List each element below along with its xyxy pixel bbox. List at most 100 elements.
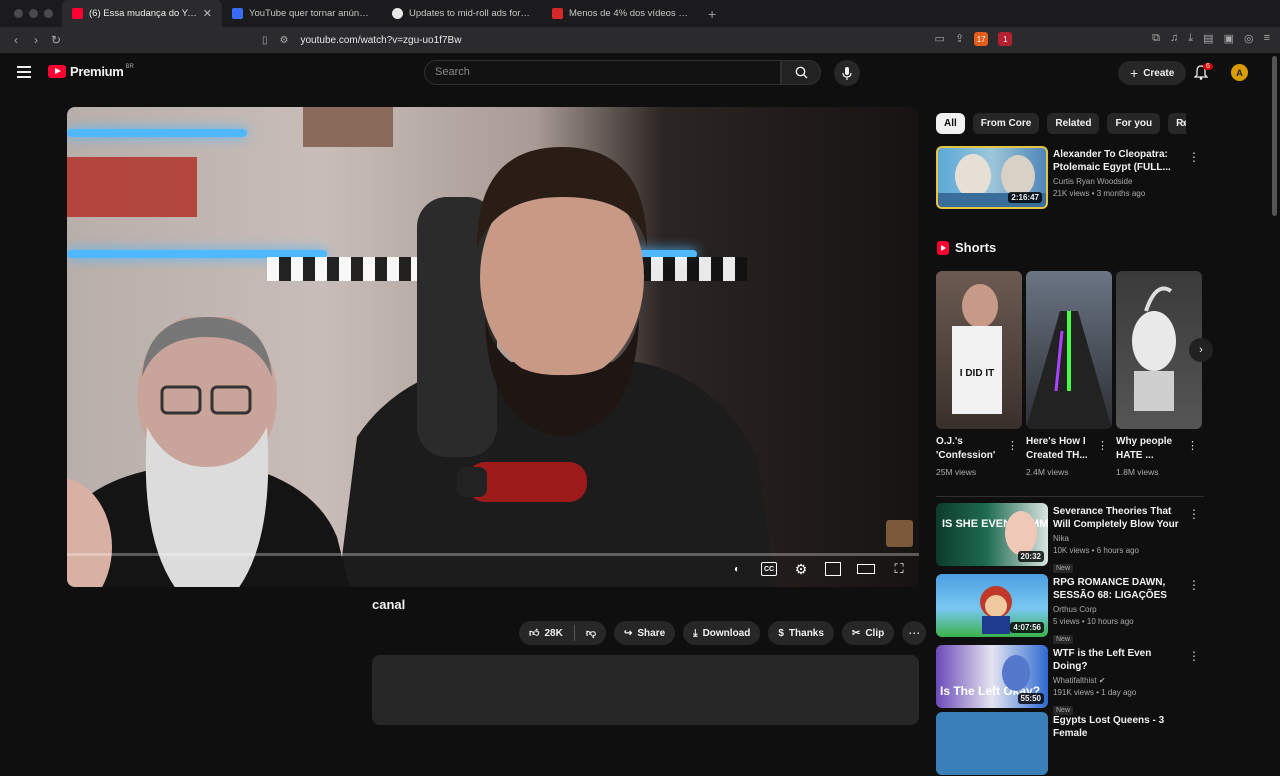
rec-channel[interactable]: Curtis Ryan Woodside xyxy=(1053,176,1188,188)
theater-mode-icon[interactable] xyxy=(857,564,875,574)
search-icon xyxy=(795,66,807,79)
forward-icon[interactable]: › xyxy=(26,33,46,47)
list-item[interactable]: Is The Left Okay? 55:50 WTF is the Left … xyxy=(936,645,1204,715)
account-avatar[interactable]: A xyxy=(1229,62,1250,83)
chevron-right-icon[interactable]: › xyxy=(1182,116,1186,130)
captions-icon[interactable]: CC xyxy=(761,562,777,576)
rec-title[interactable]: Egypts Lost Queens - 3 Female xyxy=(1053,714,1188,740)
more-vert-icon[interactable]: ⋮ xyxy=(1097,439,1108,452)
cast-icon[interactable]: ▭ xyxy=(935,32,945,46)
page-scrollbar[interactable] xyxy=(1272,56,1277,216)
rec-channel[interactable]: Orthus Corp xyxy=(1053,604,1188,616)
rec-title[interactable]: Severance Theories That Will Completely … xyxy=(1053,505,1188,531)
fullscreen-icon[interactable]: ⛶ xyxy=(891,561,907,576)
new-tab-button[interactable]: + xyxy=(708,6,716,22)
video-thumbnail[interactable]: 2:16:47 xyxy=(936,146,1048,209)
plus-icon: + xyxy=(1130,65,1139,81)
browser-tab-3[interactable]: Updates to mid-roll ads for creat xyxy=(382,0,542,27)
site-info-icon[interactable]: ⚙ xyxy=(280,35,289,46)
description-box[interactable] xyxy=(372,655,919,725)
vpn-icon[interactable]: ◎ xyxy=(1244,32,1254,46)
reload-icon[interactable]: ↻ xyxy=(46,33,66,47)
logo-country: BR xyxy=(125,63,134,70)
list-item[interactable]: Egypts Lost Queens - 3 Female xyxy=(936,712,1204,776)
rec-title[interactable]: RPG ROMANCE DAWN, SESSÃO 68: LIGAÇÕES xyxy=(1053,576,1188,602)
list-item[interactable]: 2:16:47 Alexander To Cleopatra: Ptolemai… xyxy=(936,146,1204,210)
thumbs-up-icon[interactable]: 👍︎ xyxy=(529,627,539,639)
short-title[interactable]: Here's How I Created TH... xyxy=(1026,435,1096,463)
share-button[interactable]: ↪ Share xyxy=(613,621,676,645)
download-button[interactable]: ⤓ Download xyxy=(683,621,761,645)
short-views: 25M views xyxy=(936,467,977,477)
more-vert-icon[interactable]: ⋮ xyxy=(1188,578,1200,592)
thanks-icon: $ xyxy=(778,627,784,639)
window-controls[interactable] xyxy=(14,9,62,18)
short-title[interactable]: Why people HATE ... xyxy=(1116,435,1186,463)
rec-channel[interactable]: Nika xyxy=(1053,533,1188,545)
search-button[interactable] xyxy=(781,60,821,85)
create-button[interactable]: + Create xyxy=(1118,61,1187,85)
browser-tab-4[interactable]: Menos de 4% dos vídeos postad xyxy=(542,0,702,27)
brave-shield-icon[interactable]: 17 xyxy=(974,32,989,46)
hamburger-menu-icon[interactable] xyxy=(17,66,31,81)
more-vert-icon[interactable]: ⋮ xyxy=(1188,649,1200,663)
chip-all[interactable]: All xyxy=(936,113,965,134)
rec-channel[interactable]: Whatifalthist ✔ xyxy=(1053,675,1188,687)
extensions-icon[interactable]: ⧉ xyxy=(1152,32,1160,46)
url-field[interactable]: youtube.com/watch?v=zgu-uo1f7Bw xyxy=(300,35,461,46)
thanks-button[interactable]: $ Thanks xyxy=(768,621,834,645)
filter-chips: All From Core Related For you Rece xyxy=(936,113,1186,134)
more-vert-icon[interactable]: ⋮ xyxy=(1188,150,1200,164)
chip-related[interactable]: Related xyxy=(1047,113,1100,134)
share-page-icon[interactable]: ⇪ xyxy=(955,32,964,46)
more-actions-button[interactable]: ⋯ xyxy=(902,621,927,645)
video-thumbnail[interactable]: Is The Left Okay? 55:50 xyxy=(936,645,1048,708)
wallet-icon[interactable]: ▣ xyxy=(1224,32,1234,46)
short-item[interactable]: Here's How I Created TH... 2.4M views ⋮ xyxy=(1026,271,1112,477)
media-icon[interactable]: ♫ xyxy=(1170,32,1178,46)
thanks-label: Thanks xyxy=(788,627,824,639)
chip-for-you[interactable]: For you xyxy=(1107,113,1161,134)
video-thumbnail[interactable]: 4:07:56 xyxy=(936,574,1048,637)
more-vert-icon[interactable]: ⋮ xyxy=(1187,439,1198,452)
autoplay-toggle-icon[interactable]: ◐ xyxy=(729,562,745,576)
rec-title[interactable]: WTF is the Left Even Doing? xyxy=(1053,647,1188,673)
list-item[interactable]: 4:07:56 RPG ROMANCE DAWN, SESSÃO 68: LIG… xyxy=(936,574,1204,644)
browser-tab-2[interactable]: YouTube quer tornar anúncios no xyxy=(222,0,382,27)
short-title[interactable]: O.J.'s 'Confession' xyxy=(936,435,1006,463)
miniplayer-icon[interactable] xyxy=(825,562,841,576)
more-vert-icon[interactable]: ⋮ xyxy=(1007,439,1018,452)
rec-title[interactable]: Alexander To Cleopatra: Ptolemaic Egypt … xyxy=(1053,148,1188,174)
voice-search-button[interactable] xyxy=(834,60,860,86)
short-thumbnail[interactable] xyxy=(1026,271,1112,429)
thumbs-down-icon[interactable]: 👎︎ xyxy=(586,627,596,639)
menu-icon[interactable]: ≡ xyxy=(1264,32,1270,46)
video-player[interactable]: ◐ CC ⚙ ⛶ xyxy=(67,107,919,587)
shorts-next-button[interactable]: › xyxy=(1189,338,1213,362)
progress-bar[interactable] xyxy=(67,553,919,556)
bookmark-icon[interactable]: ▯ xyxy=(262,35,268,46)
search-input[interactable]: Search xyxy=(424,60,781,85)
close-tab-icon[interactable]: ✕ xyxy=(203,7,212,20)
video-thumbnail[interactable]: IS SHE EVEN GEMMA?! 20:32 xyxy=(936,503,1048,566)
settings-icon[interactable]: ⚙ xyxy=(793,561,809,577)
back-icon[interactable]: ‹ xyxy=(6,33,26,47)
video-thumbnail[interactable] xyxy=(936,712,1048,775)
sidebar-icon[interactable]: ▤ xyxy=(1203,32,1213,46)
channel-watermark[interactable] xyxy=(886,520,913,547)
rewards-icon[interactable]: 1 xyxy=(998,32,1013,46)
share-label: Share xyxy=(637,627,666,639)
rec-meta: 191K views • 1 day ago xyxy=(1053,688,1137,697)
list-item[interactable]: IS SHE EVEN GEMMA?! 20:32 Severance Theo… xyxy=(936,503,1204,573)
downloads-icon[interactable]: ⤓ xyxy=(1188,32,1193,46)
clip-button[interactable]: ✂ Clip xyxy=(841,621,895,645)
short-item[interactable]: Why people HATE ... 1.8M views ⋮ xyxy=(1116,271,1202,477)
more-vert-icon[interactable]: ⋮ xyxy=(1188,507,1200,521)
short-thumbnail[interactable]: I DID IT xyxy=(936,271,1022,429)
like-dislike-group[interactable]: 👍︎ 28K 👎︎ xyxy=(519,621,606,645)
duration-badge: 20:32 xyxy=(1017,551,1044,562)
short-item[interactable]: I DID IT O.J.'s 'Confession' 25M views ⋮ xyxy=(936,271,1022,477)
youtube-logo[interactable]: Premium BR xyxy=(48,64,134,79)
browser-tab-1[interactable]: (6) Essa mudança do Youtub ✕ xyxy=(62,0,222,27)
chip-from-core[interactable]: From Core xyxy=(972,113,1040,134)
